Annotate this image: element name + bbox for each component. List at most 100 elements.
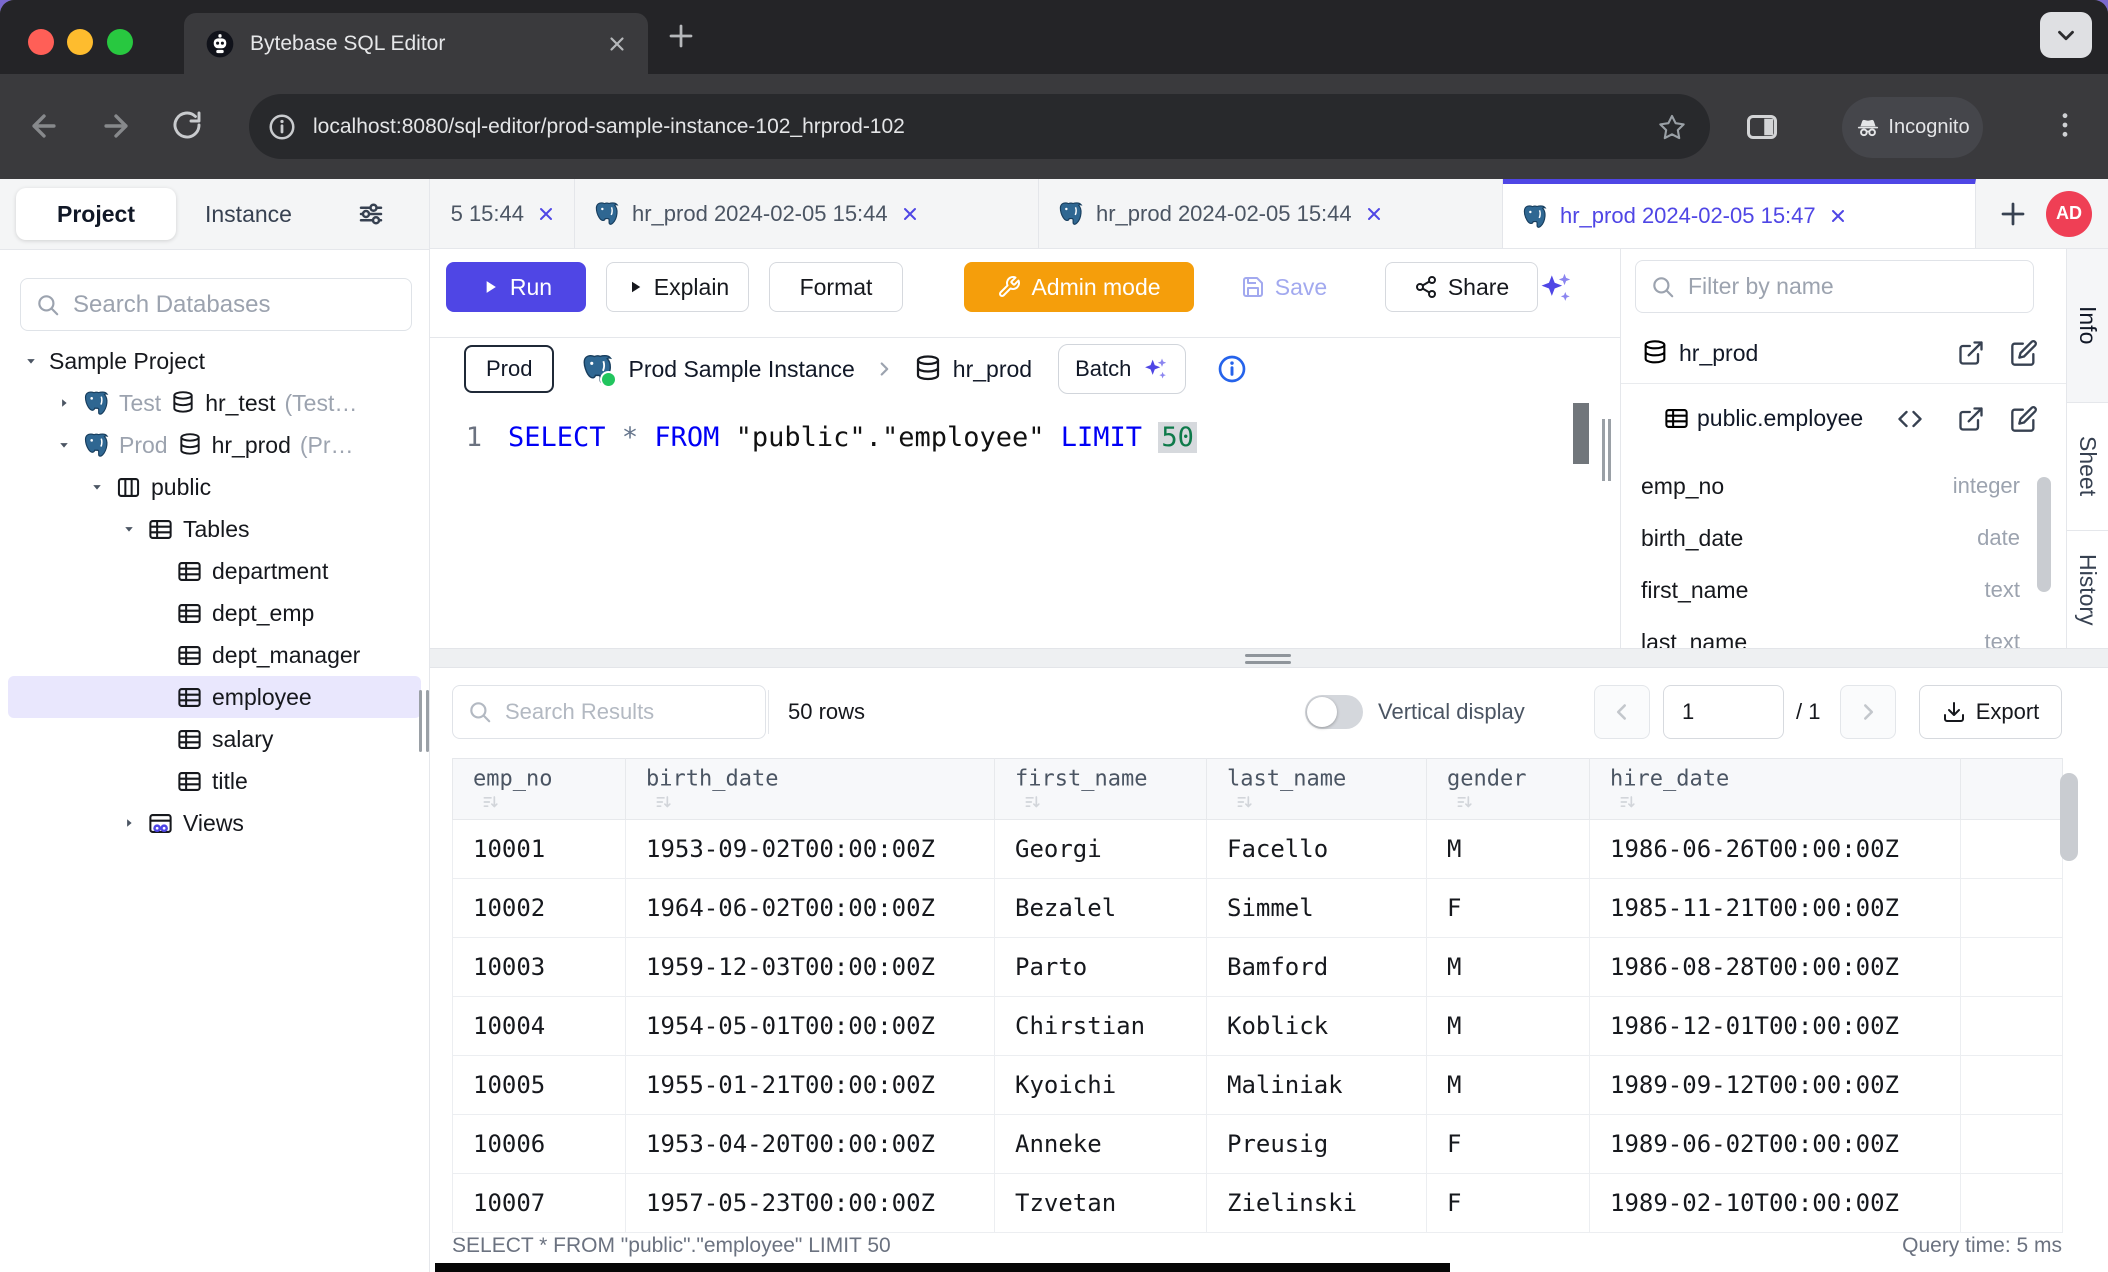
table-cell[interactable]: Kyoichi xyxy=(995,1056,1207,1115)
search-results-box[interactable] xyxy=(452,685,766,739)
code-icon[interactable] xyxy=(1896,405,1924,433)
database-name[interactable]: hr_prod xyxy=(953,356,1032,383)
database-row[interactable]: hr_prod xyxy=(1621,323,2066,384)
editor-tab-1[interactable]: 5 15:44 xyxy=(430,179,575,248)
filter-by-name-input[interactable] xyxy=(1686,272,2019,301)
table-cell[interactable]: 1989-06-02T00:00:00Z xyxy=(1590,1115,1961,1174)
info-icon[interactable] xyxy=(1216,353,1248,385)
table-cell[interactable]: M xyxy=(1427,820,1590,879)
traffic-light-minimize[interactable] xyxy=(67,29,93,55)
close-icon[interactable] xyxy=(900,204,920,224)
sort-icon[interactable] xyxy=(1618,792,1638,812)
column-header-first_name[interactable]: first_name xyxy=(995,759,1207,820)
sql-editor[interactable]: 1 SELECT * FROM "public"."employee" LIMI… xyxy=(430,400,1620,648)
sort-icon[interactable] xyxy=(481,792,501,812)
table-cell[interactable]: Georgi xyxy=(995,820,1207,879)
close-icon[interactable] xyxy=(1828,206,1848,226)
next-page-button[interactable] xyxy=(1840,685,1896,739)
table-cell[interactable]: F xyxy=(1427,1115,1590,1174)
tree-item-department[interactable]: department xyxy=(0,550,429,592)
edit-icon[interactable] xyxy=(2010,339,2038,367)
run-button[interactable]: Run xyxy=(446,262,586,312)
schema-column-row[interactable]: emp_nointeger xyxy=(1621,460,2066,512)
results-splitter[interactable] xyxy=(430,648,2108,668)
tree-item-title[interactable]: title xyxy=(0,760,429,802)
search-databases-box[interactable] xyxy=(20,278,412,331)
results-scrollbar[interactable] xyxy=(2060,773,2078,861)
new-tab-icon[interactable] xyxy=(666,21,696,51)
tree-item-tables-group[interactable]: Tables xyxy=(0,508,429,550)
table-cell[interactable]: 1964-06-02T00:00:00Z xyxy=(626,879,995,938)
sort-icon[interactable] xyxy=(1235,792,1255,812)
tab-search-button[interactable] xyxy=(2040,12,2092,58)
close-icon[interactable] xyxy=(606,33,628,55)
table-row[interactable]: 100021964-06-02T00:00:00ZBezalelSimmelF1… xyxy=(453,879,2063,938)
table-cell[interactable]: 1955-01-21T00:00:00Z xyxy=(626,1056,995,1115)
external-link-icon[interactable] xyxy=(1957,405,1985,433)
tree-item-hr-test[interactable]: Test hr_test (Test… xyxy=(0,382,429,424)
chevron-down-icon[interactable] xyxy=(120,520,138,538)
chevron-down-icon[interactable] xyxy=(55,436,73,454)
export-button[interactable]: Export xyxy=(1919,685,2062,739)
external-link-icon[interactable] xyxy=(1957,339,1985,367)
panel-resize-handle[interactable] xyxy=(1602,419,1612,481)
table-cell[interactable]: M xyxy=(1427,938,1590,997)
format-button[interactable]: Format xyxy=(769,262,903,312)
schema-column-row[interactable]: birth_datedate xyxy=(1621,512,2066,564)
search-databases-input[interactable] xyxy=(71,290,397,320)
chevron-down-icon[interactable] xyxy=(22,352,40,370)
column-header-gender[interactable]: gender xyxy=(1427,759,1590,820)
tab-project[interactable]: Project xyxy=(16,188,176,240)
table-row[interactable]: public.employee xyxy=(1621,387,2066,450)
table-cell[interactable]: Preusig xyxy=(1207,1115,1427,1174)
edit-icon[interactable] xyxy=(2010,405,2038,433)
sort-icon[interactable] xyxy=(654,792,674,812)
table-row[interactable]: 100051955-01-21T00:00:00ZKyoichiMaliniak… xyxy=(453,1056,2063,1115)
table-cell[interactable]: 1986-08-28T00:00:00Z xyxy=(1590,938,1961,997)
add-tab-icon[interactable] xyxy=(1998,199,2028,229)
filter-settings-icon[interactable] xyxy=(356,199,386,229)
sort-icon[interactable] xyxy=(1455,792,1475,812)
side-tab-sheet[interactable]: Sheet xyxy=(2067,403,2108,531)
editor-tab-2[interactable]: hr_prod 2024-02-05 15:44 xyxy=(575,179,1039,248)
browser-menu-icon[interactable] xyxy=(2049,109,2081,141)
reload-icon[interactable] xyxy=(171,109,203,141)
filter-box[interactable] xyxy=(1635,260,2034,313)
table-cell[interactable]: 10001 xyxy=(453,820,626,879)
table-cell[interactable]: Parto xyxy=(995,938,1207,997)
page-number-input[interactable] xyxy=(1663,685,1784,739)
chevron-down-icon[interactable] xyxy=(88,478,106,496)
table-cell[interactable]: 10005 xyxy=(453,1056,626,1115)
table-row[interactable]: 100011953-09-02T00:00:00ZGeorgiFacelloM1… xyxy=(453,820,2063,879)
bookmark-star-icon[interactable] xyxy=(1658,113,1686,141)
prev-page-button[interactable] xyxy=(1594,685,1650,739)
close-icon[interactable] xyxy=(1364,204,1384,224)
column-header-last_name[interactable]: last_name xyxy=(1207,759,1427,820)
close-icon[interactable] xyxy=(536,204,556,224)
table-cell[interactable]: 10002 xyxy=(453,879,626,938)
table-cell[interactable]: 1959-12-03T00:00:00Z xyxy=(626,938,995,997)
table-cell[interactable]: Anneke xyxy=(995,1115,1207,1174)
batch-button[interactable]: Batch xyxy=(1058,344,1186,394)
table-row[interactable]: 100061953-04-20T00:00:00ZAnnekePreusigF1… xyxy=(453,1115,2063,1174)
save-button[interactable]: Save xyxy=(1217,262,1351,312)
side-panel-icon[interactable] xyxy=(1744,109,1780,145)
vertical-display-toggle[interactable] xyxy=(1305,695,1363,729)
url-text[interactable]: localhost:8080/sql-editor/prod-sample-in… xyxy=(313,115,1658,139)
editor-scrollbar[interactable] xyxy=(1573,403,1589,464)
table-cell[interactable]: Bezalel xyxy=(995,879,1207,938)
editor-tab-4-active[interactable]: hr_prod 2024-02-05 15:47 xyxy=(1503,179,1976,248)
sidebar-resize-handle[interactable] xyxy=(419,690,429,752)
table-cell[interactable]: 10003 xyxy=(453,938,626,997)
tree-item-dept-emp[interactable]: dept_emp xyxy=(0,592,429,634)
table-cell[interactable]: 10006 xyxy=(453,1115,626,1174)
table-cell[interactable]: 10007 xyxy=(453,1174,626,1233)
avatar[interactable]: AD xyxy=(2046,191,2092,237)
table-cell[interactable]: Bamford xyxy=(1207,938,1427,997)
table-cell[interactable]: 1989-02-10T00:00:00Z xyxy=(1590,1174,1961,1233)
table-cell[interactable]: M xyxy=(1427,1056,1590,1115)
tree-item-views-group[interactable]: Views xyxy=(0,802,429,844)
chevron-right-icon[interactable] xyxy=(55,394,73,412)
editor-tab-3[interactable]: hr_prod 2024-02-05 15:44 xyxy=(1039,179,1503,248)
table-cell[interactable]: 1954-05-01T00:00:00Z xyxy=(626,997,995,1056)
